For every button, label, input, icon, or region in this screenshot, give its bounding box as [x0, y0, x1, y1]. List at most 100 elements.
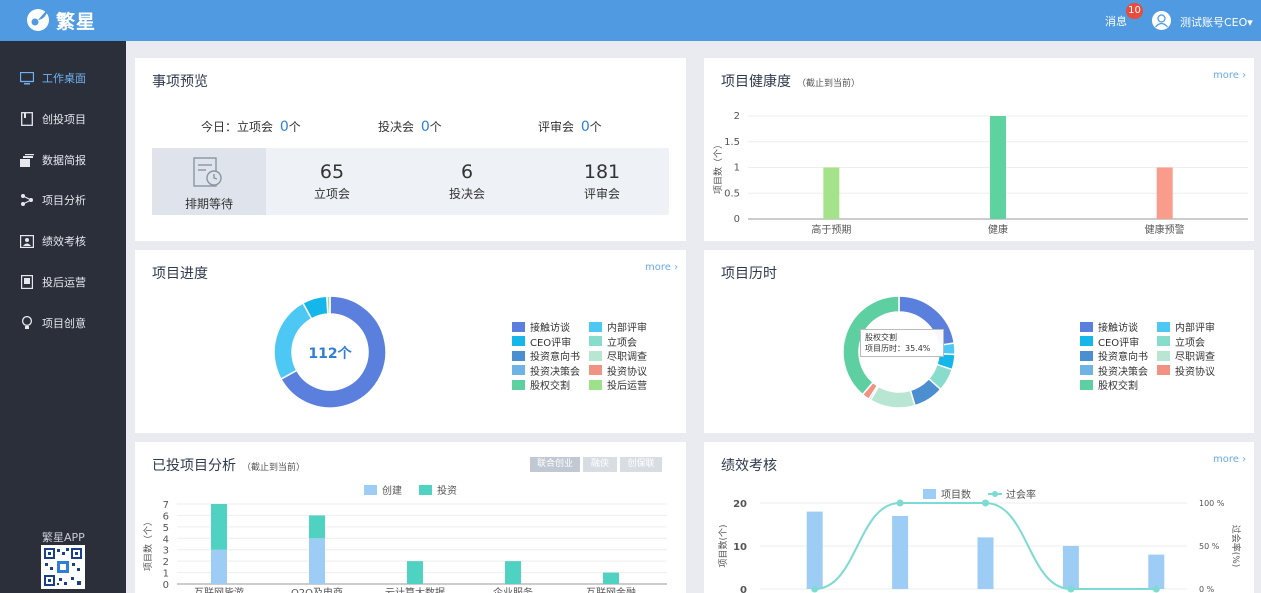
legend-label: 内部评审 [607, 323, 647, 334]
rate-point [1067, 585, 1075, 593]
legend-label: 投资决策会 [530, 366, 580, 378]
sidebar-item-reports[interactable]: 数据简报 [0, 148, 126, 172]
progress-card: 项目进度 more › 112个 接触访谈 内部评审 CEO评审 立项会 投资意向书 尽职… [135, 250, 686, 433]
legend-item[interactable]: 尽职调查 [1157, 348, 1215, 363]
legend-item[interactable]: 投资协议 [589, 363, 647, 378]
legend-item[interactable]: 内部评审 [589, 319, 647, 334]
legend-item[interactable]: 投资决策会 [1080, 363, 1148, 378]
legend-item[interactable]: 接触访谈 [512, 319, 570, 334]
overview-card: 事项预览 今日：立项会 0个 投决会 0个 评审会 0个 排期等待 65 立项会… [135, 58, 686, 241]
book-icon [20, 112, 34, 126]
sidebar-item-workbench[interactable]: 工作桌面 [0, 66, 126, 90]
app-download-label: 繁星APP [42, 531, 85, 544]
y-axis-label: 项目数(个) [717, 524, 729, 567]
duration-card: 项目历时 股权交割 项目历时：35.4% 接触访谈 内部评审 CEO评审 立项会 投资意… [704, 250, 1254, 433]
sidebar-item-projects[interactable]: 创投项目 [0, 107, 126, 131]
today-label: 今日：立项会 [201, 120, 274, 134]
invested-card: 已投项目分析 （截止到当前） 联合创业 融侠 创保联 创建 投资 0 1 2 3 4 5 6 7 项目… [135, 442, 686, 593]
stat-value: 181 [583, 161, 621, 183]
legend-swatch [1080, 350, 1093, 361]
waiting-label: 排期等待 [184, 197, 233, 211]
user-menu[interactable]: 测试账号CEO▾ [1180, 14, 1253, 30]
sidebar-item-label: 工作桌面 [42, 72, 86, 85]
legend-item[interactable]: 股权交割 [1080, 377, 1138, 392]
y-tick-label: 4 [163, 534, 169, 545]
legend-label: 股权交割 [1098, 381, 1138, 392]
legend-item[interactable]: 股权交割 [512, 377, 570, 392]
stat-label: 评审会 [583, 187, 620, 201]
review-unit: 个 [589, 120, 602, 134]
review-count[interactable]: 0 [581, 119, 590, 135]
card-title: 事项预览 [152, 74, 208, 90]
stat-project-meeting[interactable]: 65 立项会 [282, 161, 382, 202]
y-tick-label: 1.5 [724, 137, 740, 148]
legend-swatch [589, 336, 602, 346]
legend-label: 股权交割 [530, 381, 570, 392]
y-tick-label: 2 [734, 111, 740, 122]
x-tick-label: 健康预警 [1145, 223, 1185, 236]
legend-swatch [923, 489, 936, 499]
qr-code [41, 545, 85, 589]
user-avatar-icon[interactable] [1152, 11, 1171, 30]
legend-item[interactable]: 投后运营 [589, 377, 647, 392]
bar [806, 511, 823, 589]
legend-item[interactable]: CEO评审 [512, 334, 571, 349]
decision-count[interactable]: 0 [421, 119, 430, 135]
messages-link[interactable]: 消息 [1105, 13, 1127, 29]
legend-item[interactable]: CEO评审 [1080, 334, 1139, 349]
legend-swatch [589, 365, 602, 375]
bar [977, 537, 994, 589]
y-tick-label: 1 [734, 163, 740, 174]
bar-segment [211, 504, 227, 550]
performance-card: 绩效考核 more › 项目数 过会率 0 10 20 0 % 50 % 100 % 项目数(个… [704, 442, 1254, 593]
stat-decision-meeting[interactable]: 6 投决会 [417, 161, 517, 202]
legend-swatch [1080, 336, 1093, 346]
today-unit: 个 [288, 120, 301, 134]
legend-item[interactable]: 尽职调查 [589, 348, 647, 363]
app-logo[interactable]: 繁星 [26, 4, 96, 36]
y2-axis-label: 过会率(%) [1230, 525, 1242, 568]
x-tick-label: 健康 [988, 223, 1008, 236]
legend-swatch [1157, 336, 1170, 346]
chart-tooltip: 股权交割 项目历时：35.4% [860, 329, 944, 357]
legend-swatch [419, 485, 432, 495]
stat-review-meeting[interactable]: 181 评审会 [552, 161, 652, 202]
legend-item[interactable]: 投资意向书 [512, 348, 580, 363]
legend-swatch [1157, 350, 1170, 361]
layers-icon [20, 153, 34, 167]
bar [990, 116, 1006, 219]
legend-label: 项目数 [941, 488, 971, 501]
legend-label: 投后运营 [607, 381, 647, 392]
rate-point [896, 499, 904, 507]
sidebar-item-ideas[interactable]: 项目创意 [0, 311, 126, 335]
legend-label: 接触访谈 [530, 323, 570, 334]
legend-swatch [1080, 379, 1093, 390]
review-label: 评审会 [538, 120, 575, 134]
bar [1062, 546, 1079, 589]
y-tick-label: 10 [733, 542, 747, 553]
sidebar-item-post-investment[interactable]: 投后运营 [0, 270, 126, 294]
bar-segment [407, 561, 423, 584]
legend-item[interactable]: 内部评审 [1157, 319, 1215, 334]
legend-swatch [589, 321, 602, 332]
waiting-schedule[interactable]: 排期等待 [152, 148, 266, 215]
sidebar-item-label: 投后运营 [42, 276, 86, 289]
legend-swatch [512, 321, 525, 332]
y-tick-label: 0.5 [724, 188, 740, 199]
sidebar-item-label: 创投项目 [42, 113, 86, 126]
rate-point [982, 499, 989, 507]
today-count[interactable]: 0 [280, 119, 289, 135]
sidebar-item-performance[interactable]: 绩效考核 [0, 229, 126, 253]
x-tick-label: 互联网皆游 [194, 586, 244, 593]
legend-item[interactable]: 立项会 [589, 334, 637, 349]
rate-point [1152, 585, 1160, 593]
legend-item[interactable]: 接触访谈 [1080, 319, 1138, 334]
legend-label: 投资决策会 [1098, 366, 1148, 378]
sidebar-item-analysis[interactable]: 项目分析 [0, 188, 126, 212]
y-tick-label: 3 [163, 546, 169, 557]
legend-item[interactable]: 投资意向书 [1080, 348, 1148, 363]
x-tick-label: 高于预期 [811, 223, 851, 236]
legend-item[interactable]: 立项会 [1157, 334, 1205, 349]
legend-item[interactable]: 投资决策会 [512, 363, 580, 378]
legend-item[interactable]: 投资协议 [1157, 363, 1215, 378]
